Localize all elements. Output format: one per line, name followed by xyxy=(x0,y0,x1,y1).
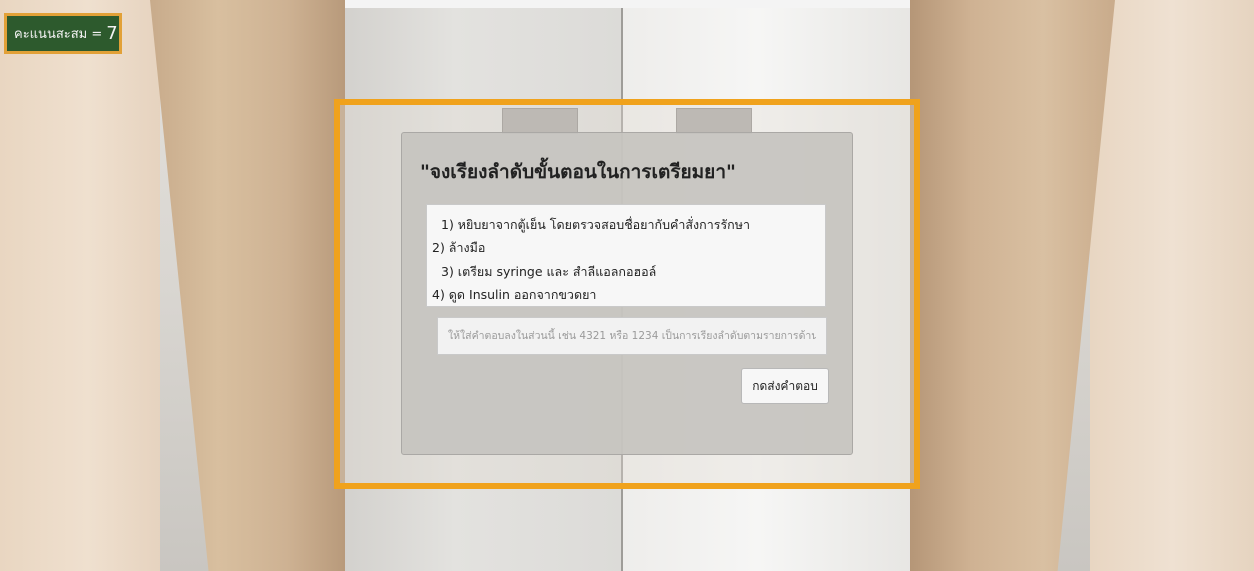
list-item: 1) หยิบยาจากตู้เย็น โดยตรวจสอบชื่อยากับค… xyxy=(441,217,750,232)
list-item: 3) เตรียม syringe และ สำลีแอลกอฮอล์ xyxy=(441,264,657,279)
submit-answer-button[interactable]: กดส่งคำตอบ xyxy=(741,368,829,404)
answer-input[interactable] xyxy=(437,317,827,355)
wood-pillar-left xyxy=(150,0,345,571)
list-item: 2) ล้างมือ xyxy=(432,240,486,255)
steps-list: 1) หยิบยาจากตู้เย็น โดยตรวจสอบชื่อยากับค… xyxy=(426,204,826,307)
wood-pillar-right xyxy=(910,0,1115,571)
wood-wall-right-outer xyxy=(1090,0,1254,571)
list-item: 4) ดูด Insulin ออกจากขวดยา xyxy=(432,287,597,302)
score-label: คะแนนสะสม = xyxy=(14,27,103,42)
wood-wall-left-outer xyxy=(0,0,160,571)
score-badge: คะแนนสะสม = 7 xyxy=(4,13,122,54)
score-value: 7 xyxy=(106,23,118,44)
question-panel: "จงเรียงลำดับขั้นตอนในการเตรียมยา" 1) หย… xyxy=(401,132,853,455)
question-title: "จงเรียงลำดับขั้นตอนในการเตรียมยา" xyxy=(420,161,736,183)
